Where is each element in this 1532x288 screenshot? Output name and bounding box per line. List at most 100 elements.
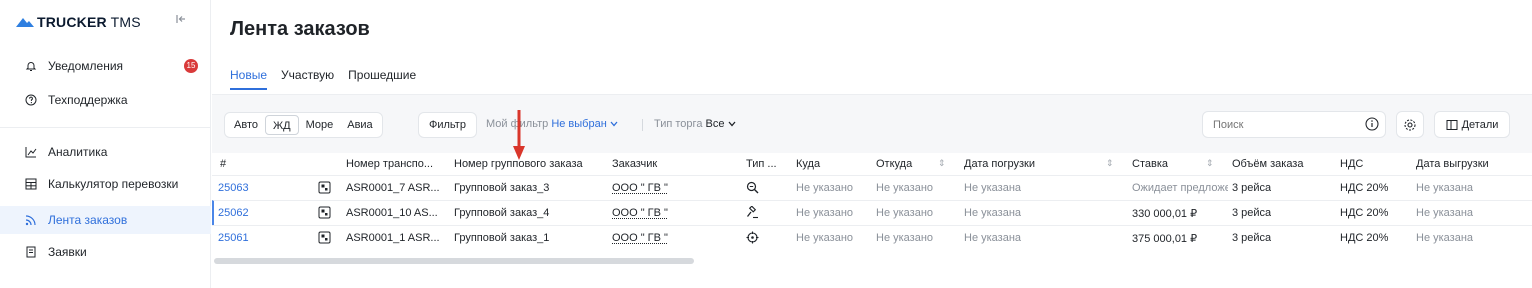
column-header-load-date[interactable]: Дата погрузки xyxy=(964,158,1074,170)
my-filter-value: Не выбран xyxy=(551,118,607,130)
column-header-rate[interactable]: Ставка xyxy=(1132,158,1212,170)
sort-icon[interactable]: ⇕ xyxy=(1106,158,1114,169)
trade-type-dropdown[interactable]: Тип торга Все xyxy=(654,118,736,130)
sidebar-item-requests[interactable]: Заявки xyxy=(0,238,211,266)
tab-participating[interactable]: Участвую xyxy=(281,62,334,90)
rate: 375 000,01 ₽ xyxy=(1132,233,1198,245)
toolbar-divider xyxy=(642,119,643,131)
tab-past[interactable]: Прошедшие xyxy=(348,62,416,90)
order-volume: 3 рейса xyxy=(1232,182,1272,194)
order-id-link[interactable]: 25062 xyxy=(218,207,249,219)
page-title: Лента заказов xyxy=(230,18,370,40)
group-order: Групповой заказ_1 xyxy=(454,232,550,244)
unload-date: Не указана xyxy=(1416,182,1474,194)
table-settings-button[interactable] xyxy=(1396,111,1424,138)
sidebar-item-label: Техподдержка xyxy=(48,93,128,107)
column-header-customer[interactable]: Заказчик xyxy=(612,158,692,170)
collapse-sidebar-button[interactable] xyxy=(173,13,189,29)
rate: 330 000,01 ₽ xyxy=(1132,208,1198,220)
calculator-icon xyxy=(24,177,38,191)
bell-icon xyxy=(24,59,38,73)
customer-name[interactable]: ООО " ГВ " xyxy=(612,182,692,194)
feed-icon xyxy=(24,213,38,227)
origin: Не указано xyxy=(876,207,934,219)
horizontal-scrollbar[interactable] xyxy=(214,258,694,264)
table-row[interactable]: 25063 ASR0001_7 ASR... Групповой заказ_3… xyxy=(212,175,1532,200)
qr-scan-icon[interactable] xyxy=(318,181,331,194)
column-header-volume[interactable]: Объём заказа xyxy=(1232,158,1322,170)
vat: НДС 20% xyxy=(1340,207,1389,219)
search-input[interactable] xyxy=(1202,111,1386,138)
details-button[interactable]: Детали xyxy=(1434,111,1510,138)
order-volume: 3 рейса xyxy=(1232,232,1272,244)
sidebar-item-support[interactable]: Техподдержка xyxy=(0,86,211,114)
transport-number: ASR0001_1 ASR... xyxy=(346,232,440,244)
customer-name[interactable]: ООО " ГВ " xyxy=(612,232,692,244)
column-header-transport-number[interactable]: Номер транспо... xyxy=(346,158,442,170)
table-row[interactable]: 25061 ASR0001_1 ASR... Групповой заказ_1… xyxy=(212,225,1532,250)
unload-date: Не указана xyxy=(1416,207,1474,219)
my-filter-dropdown[interactable]: Мой фильтр Не выбран xyxy=(486,118,618,130)
order-id-link[interactable]: 25063 xyxy=(218,182,249,194)
annotation-arrow-icon xyxy=(513,110,525,160)
transport-mode-switch: Авто ЖД Море Авиа xyxy=(224,112,383,138)
destination: Не указано xyxy=(796,182,854,194)
sidebar-item-order-feed[interactable]: Лента заказов xyxy=(0,206,211,234)
chevron-down-icon xyxy=(610,121,618,127)
sidebar-item-label: Калькулятор перевозки xyxy=(48,177,179,191)
transport-number: ASR0001_7 ASR... xyxy=(346,182,440,194)
search-doc-icon xyxy=(746,181,759,194)
mode-air-button[interactable]: Авиа xyxy=(340,115,379,135)
mode-auto-button[interactable]: Авто xyxy=(227,115,265,135)
column-header-to[interactable]: Куда xyxy=(796,158,856,170)
mode-rail-button[interactable]: ЖД xyxy=(264,115,299,135)
group-order: Групповой заказ_4 xyxy=(454,207,550,219)
notifications-badge: 15 xyxy=(184,59,198,73)
origin: Не указано xyxy=(876,182,934,194)
tab-new[interactable]: Новые xyxy=(230,62,268,90)
customer-name[interactable]: ООО " ГВ " xyxy=(612,207,692,219)
load-date: Не указана xyxy=(964,182,1022,194)
chart-line-icon xyxy=(24,145,38,159)
brand-logo[interactable]: TRUCKER TMS xyxy=(16,12,201,32)
order-id-link[interactable]: 25061 xyxy=(218,232,249,244)
destination: Не указано xyxy=(796,207,854,219)
tabs: Новые Участвую Прошедшие xyxy=(230,62,430,94)
qr-scan-icon[interactable] xyxy=(318,206,331,219)
columns-icon xyxy=(1446,119,1458,130)
sort-icon[interactable]: ⇕ xyxy=(1206,158,1214,169)
filter-button[interactable]: Фильтр xyxy=(418,112,477,138)
sort-icon[interactable]: ⇕ xyxy=(938,158,946,169)
info-icon[interactable] xyxy=(1365,117,1379,131)
column-header-vat[interactable]: НДС xyxy=(1340,158,1400,170)
column-header-number[interactable]: # xyxy=(220,158,240,170)
help-circle-icon xyxy=(24,93,38,107)
trade-type-value: Все xyxy=(705,118,725,130)
sidebar-item-label: Заявки xyxy=(48,245,87,259)
rate: Ожидает предложений xyxy=(1132,182,1228,194)
sidebar-item-analytics[interactable]: Аналитика xyxy=(0,138,211,166)
table-header: # Номер транспо... Номер группового зака… xyxy=(212,153,1532,175)
sidebar-item-notifications[interactable]: Уведомления 15 xyxy=(0,52,211,80)
sidebar-item-label: Уведомления xyxy=(48,59,124,73)
sidebar-item-calculator[interactable]: Калькулятор перевозки xyxy=(0,170,211,198)
transport-number: ASR0001_10 AS... xyxy=(346,207,438,219)
order-volume: 3 рейса xyxy=(1232,207,1272,219)
destination: Не указано xyxy=(796,232,854,244)
load-date: Не указана xyxy=(964,232,1022,244)
sidebar-item-label: Аналитика xyxy=(48,145,108,159)
details-label: Детали xyxy=(1461,118,1499,131)
gear-icon xyxy=(1404,118,1416,131)
trade-type-label: Тип торга xyxy=(654,118,706,130)
sidebar-divider xyxy=(0,127,211,128)
column-header-unload-date[interactable]: Дата выгрузки xyxy=(1416,158,1526,170)
qr-scan-icon[interactable] xyxy=(318,231,331,244)
load-date: Не указана xyxy=(964,207,1022,219)
table-row[interactable]: 25062 ASR0001_10 AS... Групповой заказ_4… xyxy=(212,200,1532,225)
logo-mountain-icon xyxy=(16,17,34,27)
column-header-from[interactable]: Откуда xyxy=(876,158,926,170)
column-header-type[interactable]: Тип ... xyxy=(746,158,784,170)
target-icon xyxy=(746,231,759,244)
mode-sea-button[interactable]: Море xyxy=(299,115,341,135)
sidebar-item-label: Лента заказов xyxy=(48,213,128,227)
